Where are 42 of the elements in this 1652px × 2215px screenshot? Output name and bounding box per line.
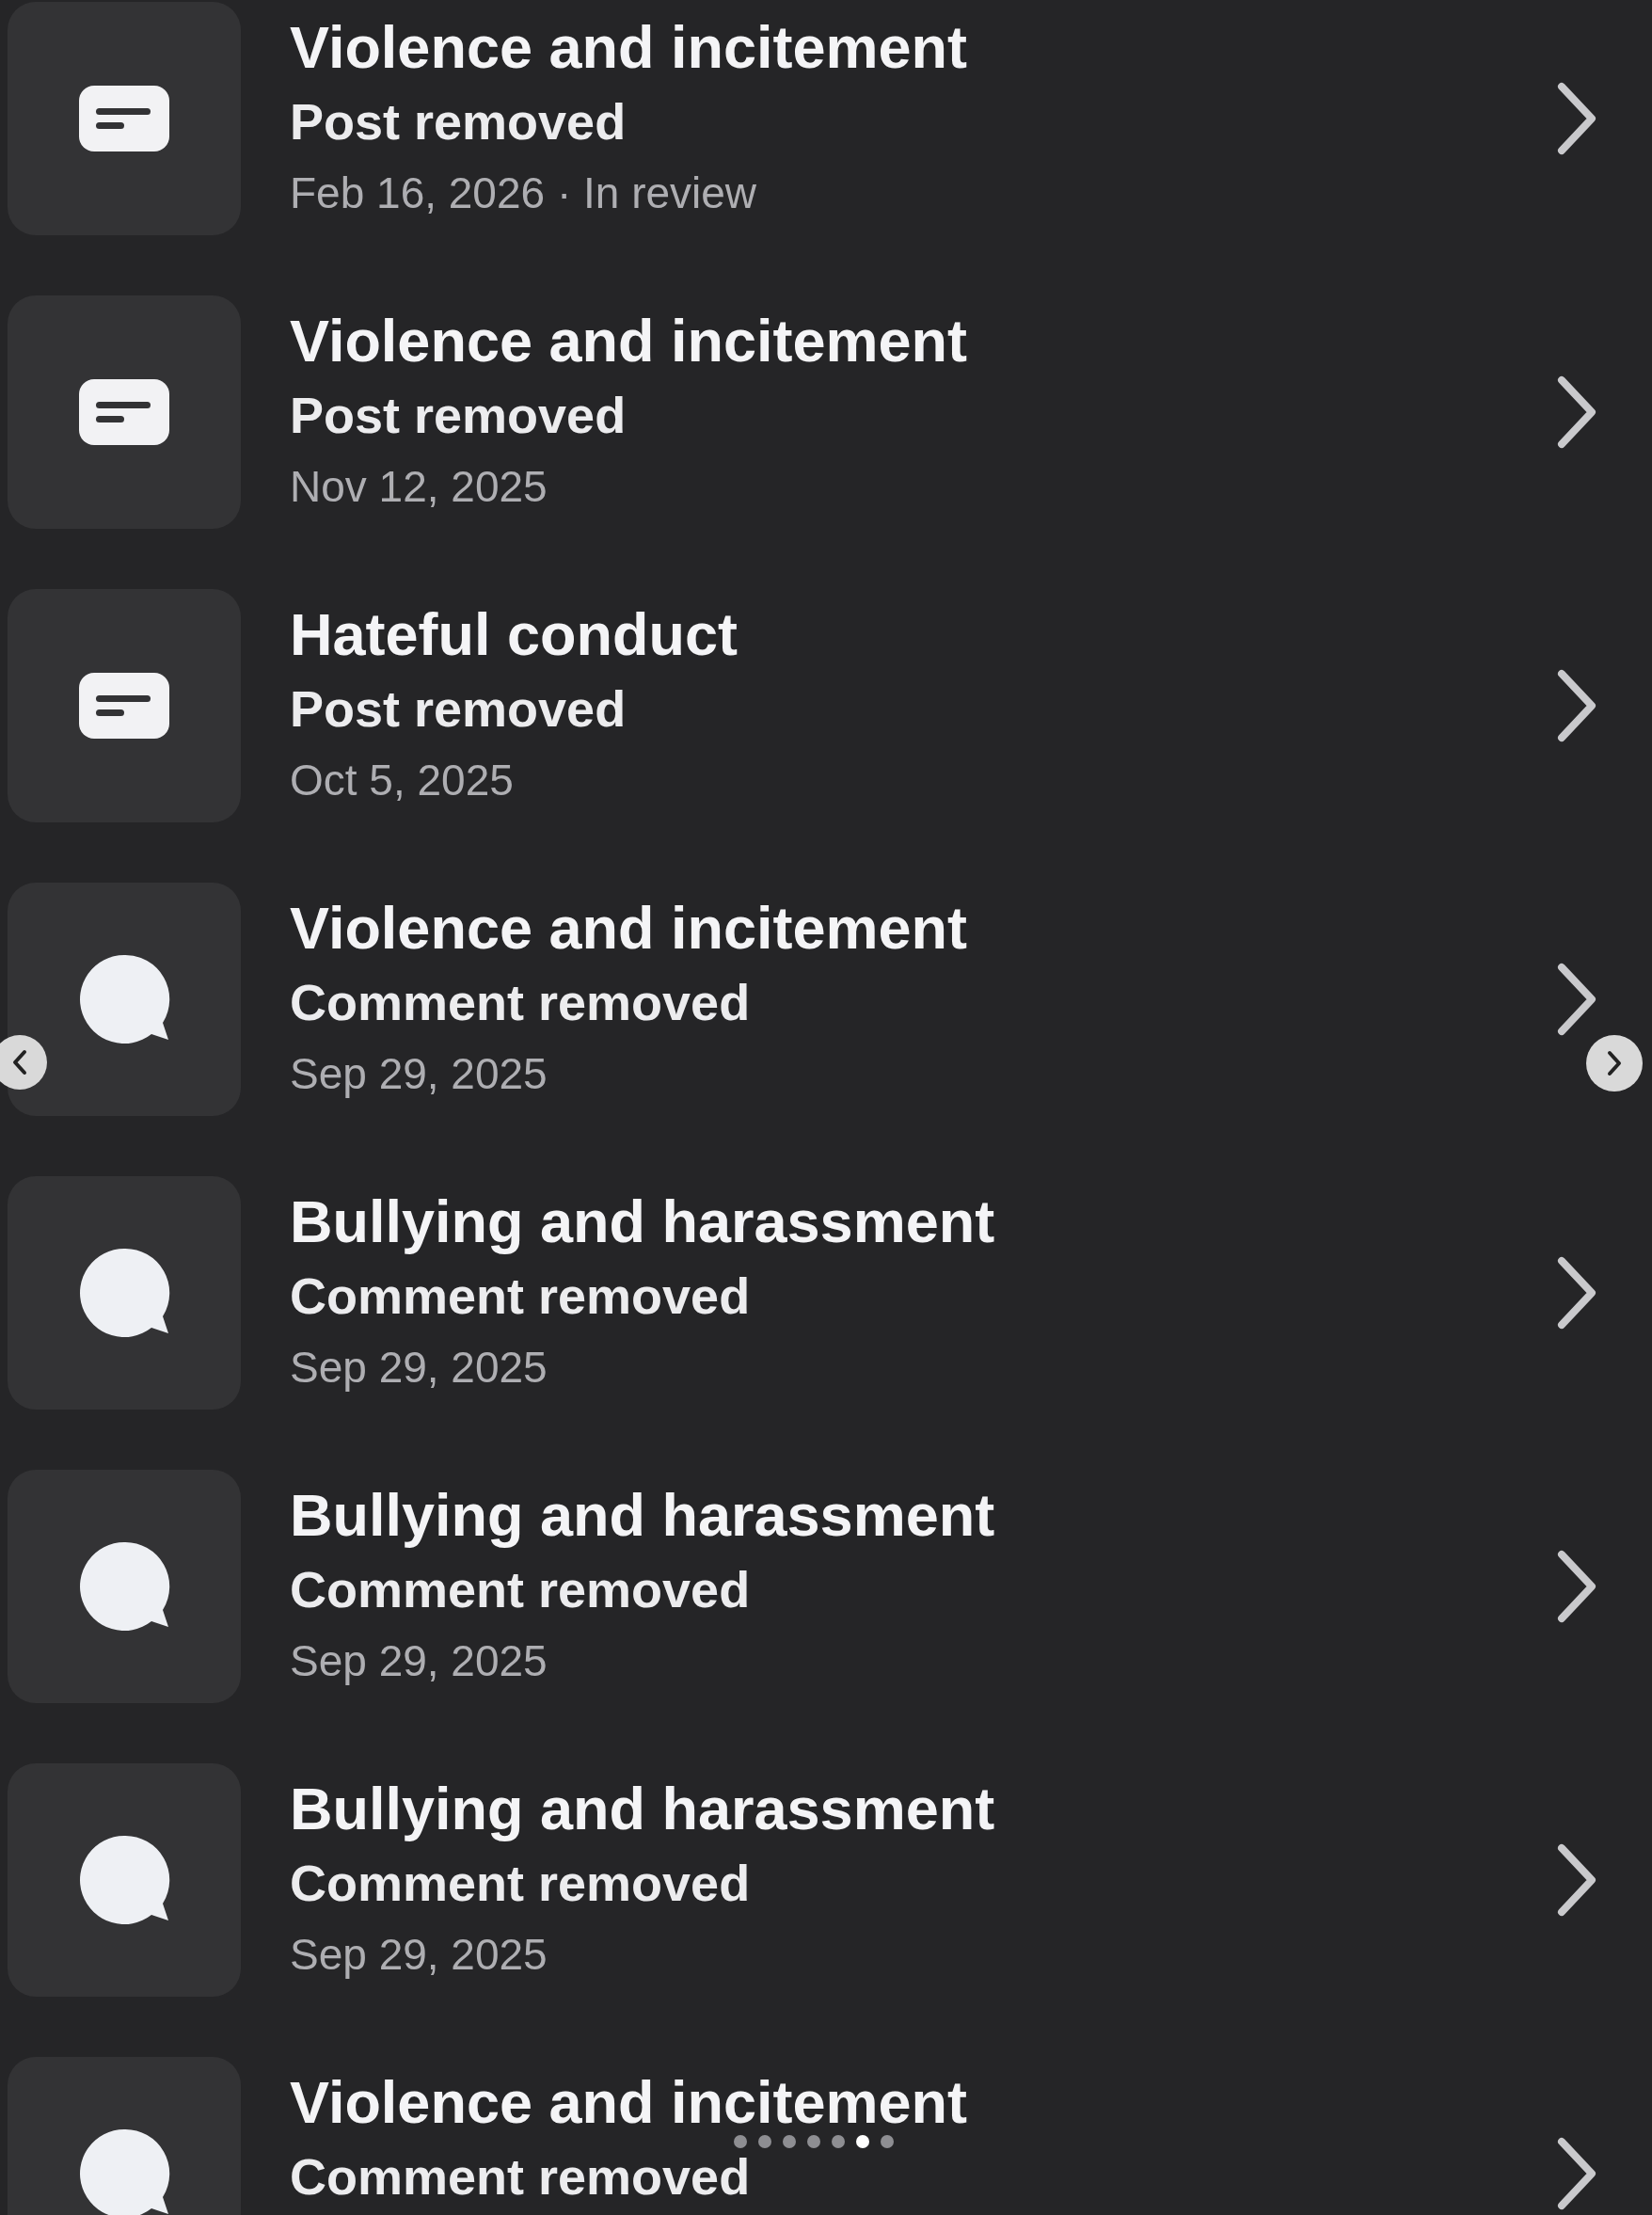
chevron-right-icon[interactable] (1556, 1255, 1597, 1331)
chevron-right-icon[interactable] (1556, 1842, 1597, 1918)
action-text: Comment removed (290, 1562, 751, 1617)
chevron-right-icon[interactable] (1556, 668, 1597, 743)
action-text: Comment removed (290, 1268, 751, 1323)
date-text: Sep 29, 2025 (290, 1342, 548, 1394)
comment-bubble-icon (78, 1540, 170, 1633)
violation-title: Bullying and harassment (290, 1484, 995, 1546)
action-text: Comment removed (290, 2149, 751, 2204)
date-text: Sep 29, 2025 (290, 1635, 548, 1687)
date-text: Sep 29, 2025 (290, 1048, 548, 1100)
date-text: Feb 16, 2026 · In review (290, 167, 757, 219)
violation-title: Hateful conduct (290, 603, 738, 665)
violation-title: Violence and incitement (290, 310, 968, 372)
violation-title: Bullying and harassment (290, 1777, 995, 1840)
violation-title: Violence and incitement (290, 2071, 968, 2133)
comment-bubble-icon (78, 953, 170, 1045)
violation-title: Bullying and harassment (290, 1190, 995, 1252)
chevron-right-icon[interactable] (1556, 962, 1597, 1037)
chevron-right-icon[interactable] (1556, 374, 1597, 450)
post-icon (79, 379, 169, 445)
violation-title: Violence and incitement (290, 897, 968, 959)
post-icon (79, 673, 169, 739)
action-text: Comment removed (290, 1856, 751, 1910)
action-text: Post removed (290, 94, 627, 149)
chevron-left-icon (11, 1049, 28, 1076)
comment-bubble-icon (78, 1834, 170, 1926)
action-text: Comment removed (290, 975, 751, 1029)
action-text: Post removed (290, 388, 627, 442)
date-text: Nov 12, 2025 (290, 461, 548, 513)
next-button[interactable] (1586, 1035, 1643, 1092)
chevron-right-icon[interactable] (1556, 81, 1597, 156)
chevron-right-icon[interactable] (1556, 1549, 1597, 1624)
chevron-right-icon (1606, 1050, 1623, 1076)
comment-bubble-icon (78, 2127, 170, 2215)
action-text: Post removed (290, 681, 627, 736)
post-icon (79, 86, 169, 151)
date-text: Sep 29, 2025 (290, 1929, 548, 1981)
violation-title: Violence and incitement (290, 16, 968, 78)
date-text: Oct 5, 2025 (290, 755, 514, 806)
comment-bubble-icon (78, 1247, 170, 1339)
chevron-right-icon[interactable] (1556, 2136, 1597, 2211)
